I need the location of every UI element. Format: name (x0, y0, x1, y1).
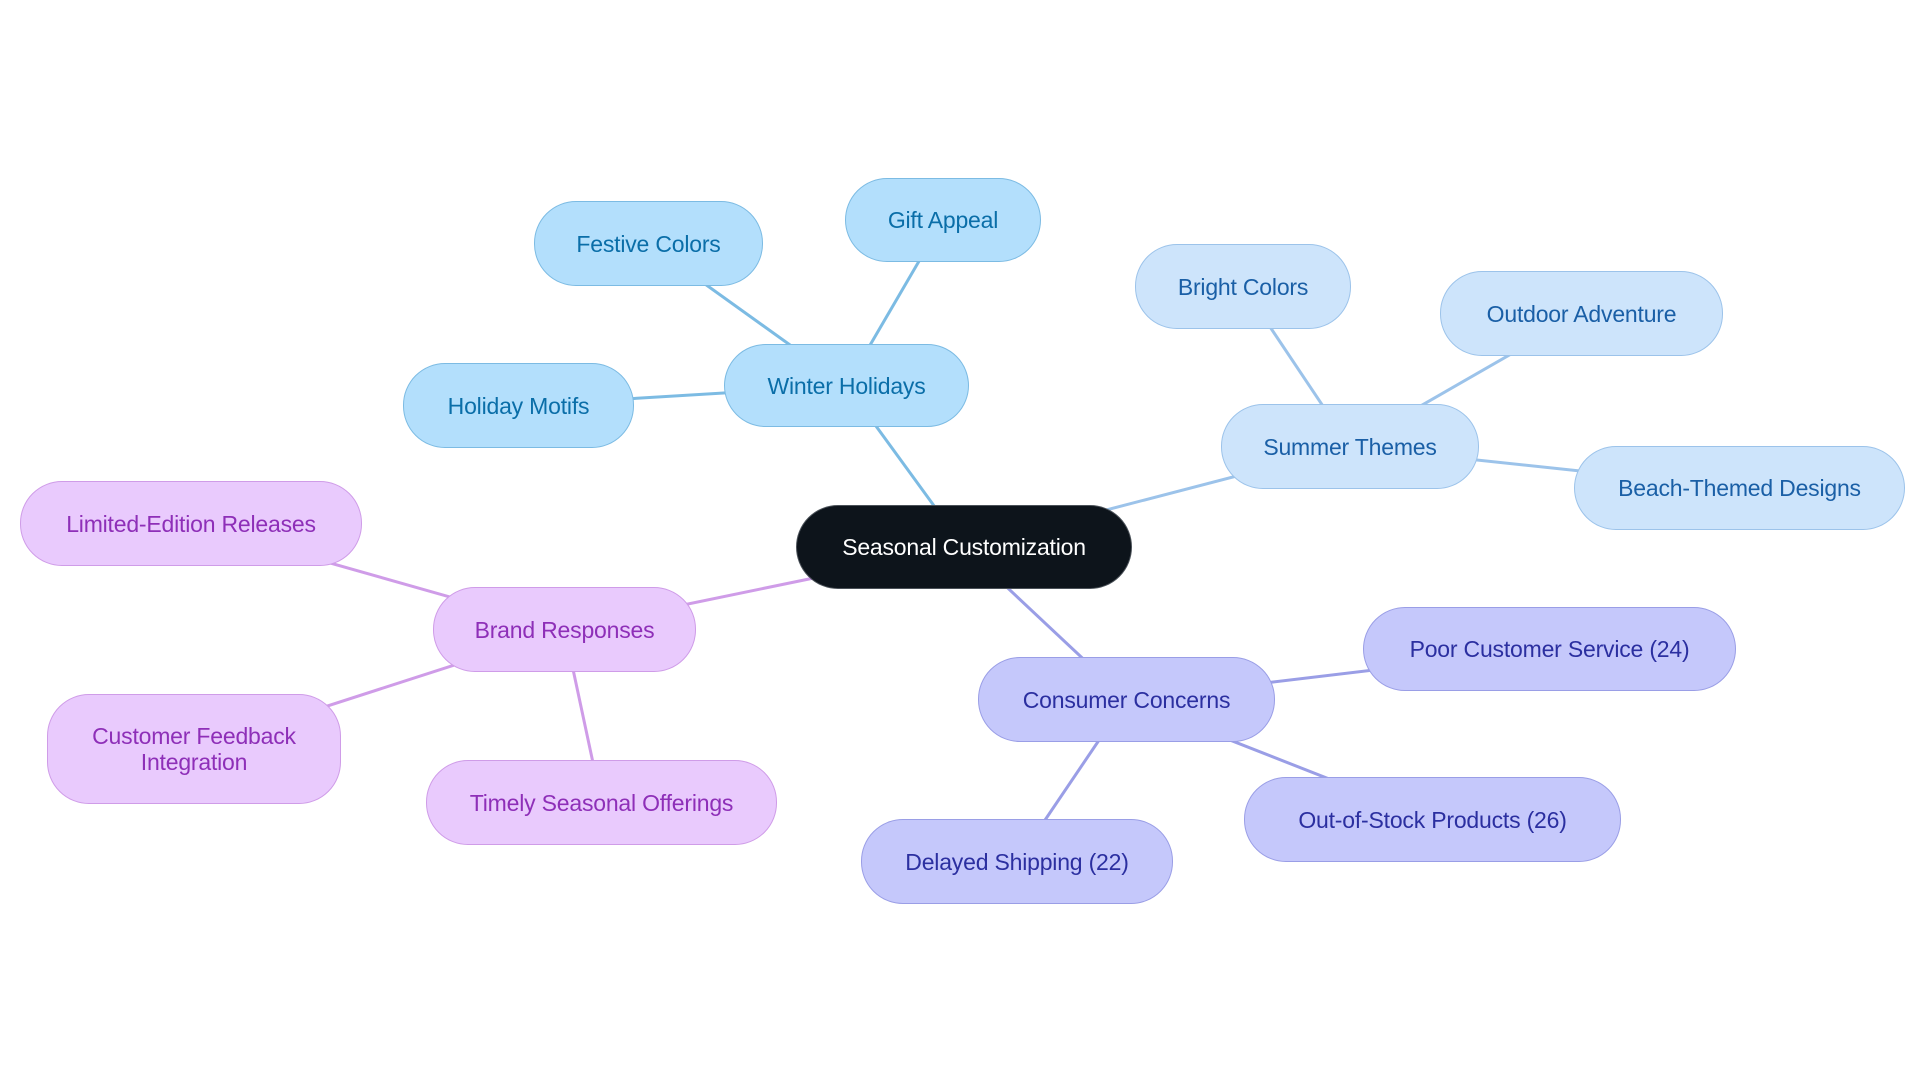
leaf-node-outdoor-adventure[interactable]: Outdoor Adventure (1440, 271, 1723, 356)
leaf-node-limited-edition-releases[interactable]: Limited-Edition Releases (20, 481, 362, 566)
leaf-node-delayed-shipping[interactable]: Delayed Shipping (22) (861, 819, 1173, 904)
leaf-node-poor-customer-service[interactable]: Poor Customer Service (24) (1363, 607, 1736, 691)
leaf-node-beach-themed-designs[interactable]: Beach-Themed Designs (1574, 446, 1905, 530)
leaf-node-holiday-motifs[interactable]: Holiday Motifs (403, 363, 634, 448)
leaf-node-gift-appeal[interactable]: Gift Appeal (845, 178, 1041, 262)
leaf-node-out-of-stock-products[interactable]: Out-of-Stock Products (26) (1244, 777, 1621, 862)
branch-node-winter-holidays[interactable]: Winter Holidays (724, 344, 969, 427)
branch-node-consumer-concerns[interactable]: Consumer Concerns (978, 657, 1275, 742)
branch-node-brand-responses[interactable]: Brand Responses (433, 587, 696, 672)
root-node[interactable]: Seasonal Customization (796, 505, 1132, 589)
leaf-node-festive-colors[interactable]: Festive Colors (534, 201, 763, 286)
leaf-node-timely-seasonal-offerings[interactable]: Timely Seasonal Offerings (426, 760, 777, 845)
branch-node-summer-themes[interactable]: Summer Themes (1221, 404, 1479, 489)
leaf-node-customer-feedback-integration[interactable]: Customer Feedback Integration (47, 694, 341, 804)
leaf-node-bright-colors[interactable]: Bright Colors (1135, 244, 1351, 329)
